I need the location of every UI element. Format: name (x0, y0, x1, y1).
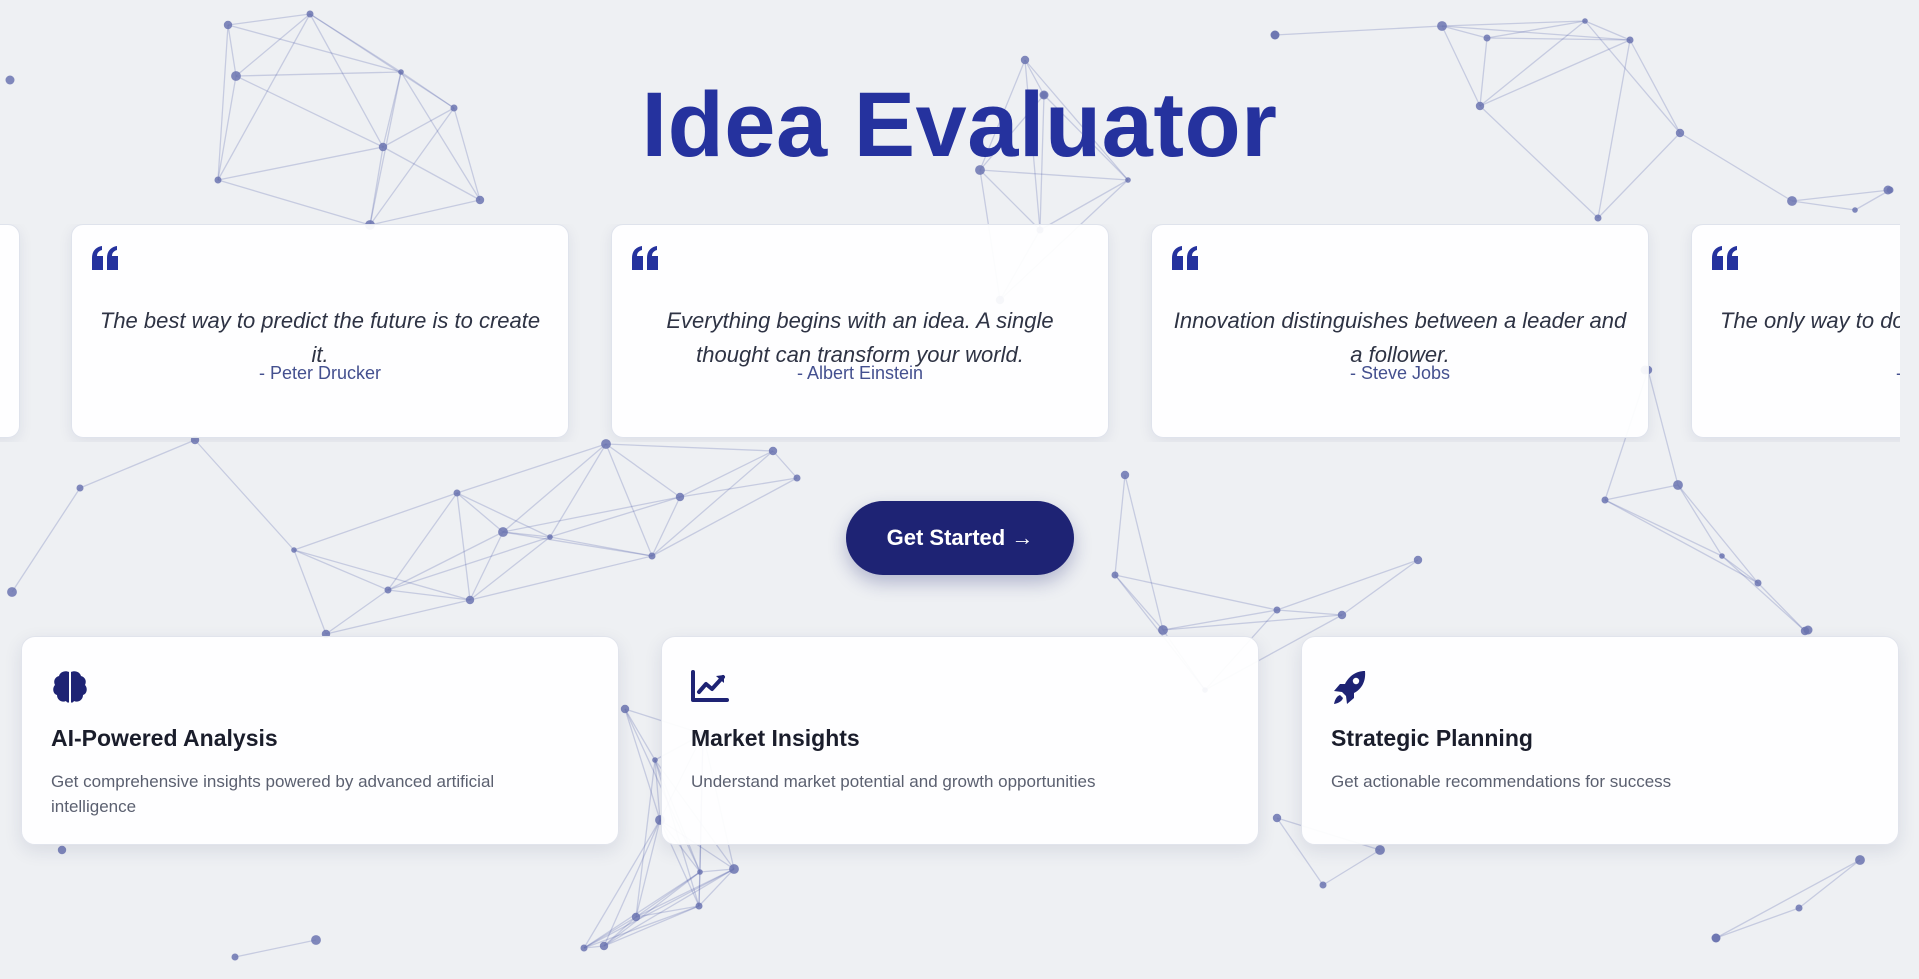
quote-text: Everything begins with an idea. A single… (666, 308, 1054, 367)
chart-line-icon (691, 670, 729, 702)
quote-text: The only way to do (1720, 308, 1900, 333)
quote-author: - (1896, 363, 1900, 384)
feature-title: Strategic Planning (1331, 725, 1533, 751)
feature-title: AI-Powered Analysis (51, 725, 278, 751)
quote-card: The only way to do - (1691, 224, 1900, 438)
quote-author: - Albert Einstein (796, 363, 924, 383)
feature-title: Market Insights (691, 725, 860, 751)
quote-author: - Peter Drucker (258, 363, 382, 383)
get-started-button[interactable]: Get Started → (846, 501, 1074, 575)
brain-icon (53, 671, 87, 703)
quote-mark-icon (92, 246, 118, 270)
page-title: Idea Evaluator (641, 74, 1278, 176)
quote-carousel[interactable]: The best way to predict the future is to… (0, 224, 1900, 442)
quote-card: Everything begins with an idea. A single… (611, 224, 1109, 438)
quote-mark-icon (632, 246, 658, 270)
feature-description: Understand market potential and growth o… (691, 772, 1096, 791)
quote-text: Innovation distinguishes between a leade… (1173, 308, 1627, 367)
landing-page: Idea Evaluator The best way to predict t… (0, 0, 1919, 979)
rocket-icon (1334, 671, 1366, 704)
feature-description: Get actionable recommendations for succe… (1331, 772, 1672, 791)
quote-text: The best way to predict the future is to… (99, 308, 541, 367)
feature-card-strategic-planning[interactable]: Strategic Planning Get actionable recomm… (1301, 636, 1899, 845)
get-started-label: Get Started → (886, 525, 1034, 550)
feature-description: Get comprehensive insights powered by ad… (51, 772, 495, 816)
feature-card-ai-analysis[interactable]: AI-Powered Analysis Get comprehensive in… (21, 636, 619, 845)
quote-mark-icon (1712, 246, 1738, 270)
quote-card (0, 224, 20, 438)
quote-card: Innovation distinguishes between a leade… (1151, 224, 1649, 438)
quote-mark-icon (1172, 246, 1198, 270)
quote-author: - Steve Jobs (1349, 363, 1451, 383)
feature-card-market-insights[interactable]: Market Insights Understand market potent… (661, 636, 1259, 845)
quote-card: The best way to predict the future is to… (71, 224, 569, 438)
